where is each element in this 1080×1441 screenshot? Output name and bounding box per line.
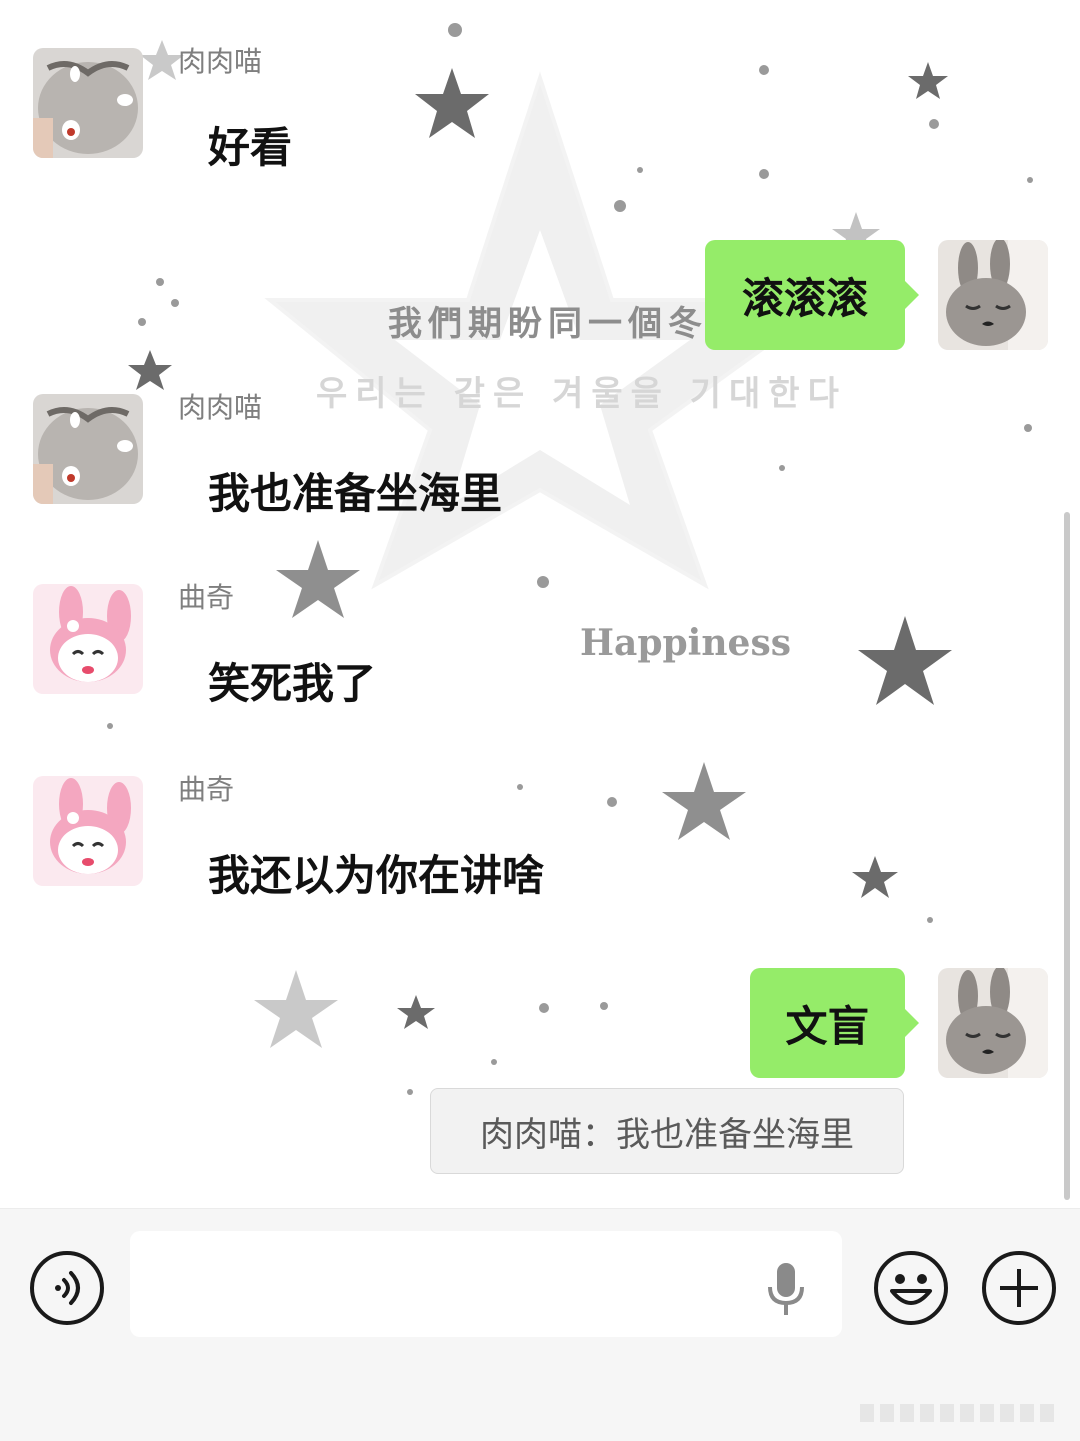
watermark-mark xyxy=(860,1404,1054,1422)
wallpaper-text-chinese: 我們期盼同一個冬 xyxy=(388,304,708,344)
message-input[interactable] xyxy=(130,1231,842,1337)
microphone-button[interactable] xyxy=(764,1261,808,1321)
microphone-icon xyxy=(768,1263,804,1315)
emoji-button[interactable] xyxy=(874,1251,948,1325)
emoji-icon xyxy=(890,1274,932,1305)
sender-name: 肉肉喵 xyxy=(178,391,263,424)
scrollbar[interactable] xyxy=(1064,512,1070,1200)
wallpaper-text-korean: 우리는 같은 겨울을 기대한다 xyxy=(316,374,847,414)
outgoing-bubble[interactable]: 滚滚滚 xyxy=(705,240,919,350)
outgoing-bubble[interactable]: 文盲 xyxy=(750,968,919,1078)
bunny-avatar[interactable] xyxy=(938,240,1048,350)
bunny-avatar[interactable] xyxy=(938,968,1048,1078)
message-text[interactable]: 好看 xyxy=(208,114,292,175)
plus-icon xyxy=(1000,1269,1038,1307)
chat-area: 我們期盼同一個冬 우리는 같은 겨울을 기대한다 Happiness 肉肉喵 好… xyxy=(0,0,1080,1208)
message-text[interactable]: 笑死我了 xyxy=(208,650,376,711)
message-text[interactable]: 我还以为你在讲啥 xyxy=(208,842,544,903)
sender-name: 肉肉喵 xyxy=(178,45,263,78)
wallpaper-text-happiness: Happiness xyxy=(580,622,791,664)
sender-name: 曲奇 xyxy=(178,581,235,614)
sender-name: 曲奇 xyxy=(178,773,235,806)
quoted-message[interactable]: 肉肉喵：我也准备坐海里 xyxy=(430,1088,904,1174)
quoted-message-text: 肉肉喵：我也准备坐海里 xyxy=(480,1114,854,1155)
my-melody-avatar[interactable] xyxy=(33,584,143,694)
message-text[interactable]: 我也准备坐海里 xyxy=(208,460,502,521)
voice-toggle-button[interactable] xyxy=(30,1251,104,1325)
more-options-button[interactable] xyxy=(982,1251,1056,1325)
kitten-avatar[interactable] xyxy=(33,48,143,158)
message-text: 滚滚滚 xyxy=(741,273,868,323)
voice-icon xyxy=(55,1271,80,1305)
message-text: 文盲 xyxy=(785,1001,870,1051)
my-melody-avatar[interactable] xyxy=(33,776,143,886)
kitten-avatar[interactable] xyxy=(33,394,143,504)
